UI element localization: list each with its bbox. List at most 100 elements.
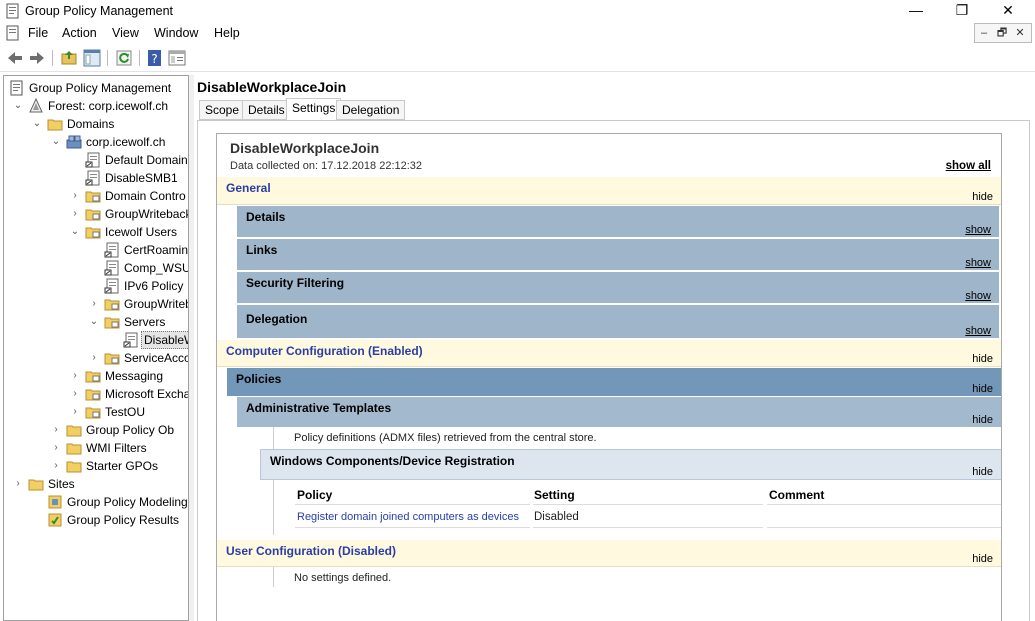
section-general-title: General: [226, 181, 271, 195]
tree-item[interactable]: › WMI Filters: [4, 439, 188, 457]
general-hide-link[interactable]: hide: [972, 191, 993, 203]
tree-item[interactable]: ⌄ Domains: [4, 115, 188, 133]
tree-item-label: Starter GPOs: [86, 459, 159, 473]
expand-chevron-icon[interactable]: ›: [89, 349, 99, 367]
tab-delegation[interactable]: Delegation: [336, 100, 406, 120]
mdi-minimize-button[interactable]: –: [975, 24, 993, 42]
tree-item[interactable]: Comp_WSU: [4, 259, 189, 277]
administrative-templates-hide-link[interactable]: hide: [972, 414, 993, 426]
tree-item[interactable]: › GroupWriteback: [4, 205, 188, 223]
modeling-icon: [48, 495, 62, 509]
tree-item[interactable]: Group Policy Results: [4, 511, 188, 529]
subsection-details[interactable]: Details show: [237, 206, 999, 237]
tree-item-label: Domain Contro: [105, 189, 186, 203]
mdi-close-button[interactable]: ✕: [1011, 24, 1029, 42]
tree-item[interactable]: › Microsoft Excha: [4, 385, 188, 403]
tree-item[interactable]: › TestOU: [4, 403, 188, 421]
expand-chevron-icon[interactable]: ›: [70, 367, 80, 385]
collapse-chevron-icon[interactable]: ⌄: [89, 313, 99, 331]
policy-link-register-domain-joined[interactable]: Register domain joined computers as devi…: [297, 511, 519, 523]
tree-item[interactable]: CertRoamin: [4, 241, 188, 259]
tree-item[interactable]: Default Domain: [4, 151, 188, 169]
ou-icon: [104, 353, 120, 365]
tab-settings[interactable]: Settings: [286, 98, 342, 121]
column-underline: [767, 504, 1001, 505]
ou-icon: [85, 227, 101, 239]
console-menu-icon[interactable]: [5, 25, 21, 41]
properties-icon[interactable]: [168, 49, 186, 67]
subsection-device-registration[interactable]: Windows Components/Device Registration h…: [260, 449, 1001, 480]
tree-item[interactable]: DisableSMB1: [4, 169, 188, 187]
policies-hide-link[interactable]: hide: [972, 383, 993, 395]
menu-action[interactable]: Action: [62, 26, 97, 40]
device-registration-hide-link[interactable]: hide: [972, 466, 993, 478]
gpo-link-icon: [123, 332, 138, 348]
tree-item[interactable]: › Starter GPOs: [4, 457, 188, 475]
collapse-chevron-icon[interactable]: ⌄: [32, 115, 42, 133]
tree-item[interactable]: DisableW: [4, 331, 188, 349]
section-general[interactable]: General hide: [217, 177, 1001, 205]
delegation-show-link[interactable]: show: [965, 325, 991, 337]
back-arrow-icon[interactable]: [6, 49, 24, 67]
expand-chevron-icon[interactable]: ›: [70, 187, 80, 205]
expand-chevron-icon[interactable]: ›: [51, 439, 61, 457]
expand-chevron-icon[interactable]: ›: [70, 385, 80, 403]
collapse-chevron-icon[interactable]: ⌄: [51, 133, 61, 151]
tree-item-label: Comp_WSU: [124, 261, 189, 275]
expand-chevron-icon[interactable]: ›: [51, 457, 61, 475]
menu-help[interactable]: Help: [214, 26, 240, 40]
tree-item[interactable]: Group Policy Management: [4, 79, 188, 97]
maximize-button[interactable]: ❐: [939, 0, 985, 22]
help-icon[interactable]: ?: [146, 49, 164, 67]
tree-item[interactable]: › Group Policy Ob: [4, 421, 188, 439]
tree-item[interactable]: IPv6 Policy: [4, 277, 188, 295]
section-computer-configuration[interactable]: Computer Configuration (Enabled) hide: [217, 340, 1001, 367]
subsection-security-filtering[interactable]: Security Filtering show: [237, 272, 999, 303]
tree-item[interactable]: ⌄ corp.icewolf.ch: [4, 133, 188, 151]
tree-item-label: Sites: [48, 477, 75, 491]
tab-scope[interactable]: Scope: [199, 100, 246, 120]
computer-configuration-hide-link[interactable]: hide: [972, 353, 993, 365]
title-bar: Group Policy Management — ❐ ✕: [0, 0, 1035, 22]
subsection-delegation[interactable]: Delegation show: [237, 305, 999, 338]
up-folder-icon[interactable]: [60, 49, 78, 67]
minimize-button[interactable]: —: [893, 0, 939, 22]
details-show-link[interactable]: show: [965, 224, 991, 236]
tree-item-label: DisableW: [141, 331, 188, 349]
expand-chevron-icon[interactable]: ›: [13, 475, 23, 493]
tree-item[interactable]: › Messaging: [4, 367, 188, 385]
refresh-icon[interactable]: [115, 49, 133, 67]
subsection-policies[interactable]: Policies hide: [227, 368, 1001, 396]
subsection-links[interactable]: Links show: [237, 239, 999, 270]
section-user-configuration[interactable]: User Configuration (Disabled) hide: [217, 540, 1001, 567]
mdi-restore-button[interactable]: 🗗: [993, 24, 1011, 42]
expand-chevron-icon[interactable]: ›: [70, 205, 80, 223]
tab-details[interactable]: Details: [242, 100, 291, 120]
collapse-chevron-icon[interactable]: ⌄: [13, 97, 23, 115]
subsection-administrative-templates[interactable]: Administrative Templates hide: [237, 397, 1001, 427]
forward-arrow-icon[interactable]: [28, 49, 46, 67]
menu-view[interactable]: View: [112, 26, 139, 40]
tree-item[interactable]: ⌄ Servers: [4, 313, 188, 331]
security-filtering-show-link[interactable]: show: [965, 290, 991, 302]
tree-item[interactable]: › GroupWriteb: [4, 295, 188, 313]
links-show-link[interactable]: show: [965, 257, 991, 269]
expand-chevron-icon[interactable]: ›: [89, 295, 99, 313]
object-title: DisableWorkplaceJoin: [197, 79, 347, 95]
tree-item[interactable]: › Sites: [4, 475, 188, 493]
expand-chevron-icon[interactable]: ›: [51, 421, 61, 439]
user-configuration-hide-link[interactable]: hide: [972, 553, 993, 565]
show-hide-tree-icon[interactable]: [83, 49, 101, 67]
expand-chevron-icon[interactable]: ›: [70, 403, 80, 421]
tree-item[interactable]: › Domain Contro: [4, 187, 188, 205]
menu-file[interactable]: File: [28, 26, 48, 40]
gpm-icon: [10, 80, 23, 96]
collapse-chevron-icon[interactable]: ⌄: [70, 223, 80, 241]
menu-window[interactable]: Window: [154, 26, 198, 40]
tree-item[interactable]: ⌄ Icewolf Users: [4, 223, 188, 241]
tree-item[interactable]: Group Policy Modeling: [4, 493, 188, 511]
tree-item[interactable]: › ServiceAcco: [4, 349, 188, 367]
show-all-link[interactable]: show all: [946, 160, 991, 172]
tree-item[interactable]: ⌄ Forest: corp.icewolf.ch: [4, 97, 188, 115]
close-button[interactable]: ✕: [985, 0, 1031, 22]
